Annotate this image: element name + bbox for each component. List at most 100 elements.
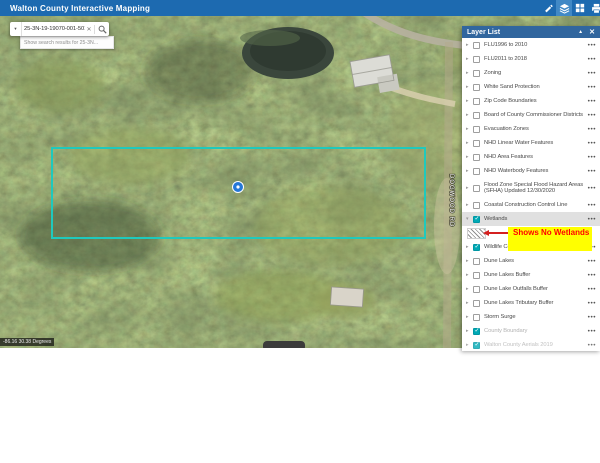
expand-arrow-icon[interactable]: ▸ [466, 85, 473, 90]
annotation-arrow [486, 232, 508, 234]
search-input[interactable]: 25-3N-19-19070-001-5010 [22, 26, 85, 32]
search-box[interactable]: ▼ 25-3N-19-19070-001-5010 ✕ [10, 22, 109, 36]
expand-arrow-icon[interactable]: ▸ [466, 43, 473, 48]
layer-row[interactable]: ▸ Evacuation Zones ••• [462, 122, 600, 136]
layer-row[interactable]: ▸ Board of County Commissioner Districts… [462, 108, 600, 122]
layer-menu-icon[interactable]: ••• [588, 98, 596, 105]
layer-row[interactable]: ▸ Flood Zone Special Flood Hazard Areas … [462, 178, 600, 198]
layer-menu-icon[interactable]: ••• [588, 202, 596, 209]
layer-row[interactable]: ▸ Zip Code Boundaries ••• [462, 94, 600, 108]
expand-arrow-icon[interactable]: ▸ [466, 273, 473, 278]
layer-menu-icon[interactable]: ••• [588, 154, 596, 161]
layer-menu-icon[interactable]: ••• [588, 300, 596, 307]
layer-menu-icon[interactable]: ••• [588, 84, 596, 91]
layer-checkbox[interactable] [473, 272, 480, 279]
layer-row[interactable]: ▸ Dune Lakes ••• [462, 254, 600, 268]
layer-row[interactable]: ▸ Walton County Aerials 2019 ••• [462, 338, 600, 351]
search-suggestion-item[interactable]: Show search results for 25-3N... [20, 36, 114, 49]
layer-checkbox[interactable] [473, 168, 480, 175]
layer-row[interactable]: ▸ Dune Lakes Tributary Buffer ••• [462, 296, 600, 310]
expand-arrow-icon[interactable]: ▸ [466, 301, 473, 306]
expand-arrow-icon[interactable]: ▸ [466, 203, 473, 208]
collapse-all-icon[interactable]: ▲ [578, 30, 583, 35]
expand-arrow-icon[interactable]: ▸ [466, 99, 473, 104]
layer-menu-icon[interactable]: ••• [588, 168, 596, 175]
layer-list-button[interactable] [556, 0, 572, 16]
layer-checkbox[interactable] [473, 154, 480, 161]
layer-checkbox[interactable] [473, 98, 480, 105]
layer-checkbox[interactable] [473, 56, 480, 63]
layer-row[interactable]: ▸ Zoning ••• [462, 66, 600, 80]
layer-checkbox[interactable] [473, 112, 480, 119]
search-clear-icon[interactable]: ✕ [85, 26, 93, 33]
layer-row[interactable]: ▸ Dune Lakes Buffer ••• [462, 268, 600, 282]
layer-menu-icon[interactable]: ••• [588, 258, 596, 265]
annotation-callout: Shows No Wetlands [508, 227, 592, 251]
layer-menu-icon[interactable]: ••• [588, 42, 596, 49]
layer-checkbox[interactable] [473, 42, 480, 49]
expand-arrow-icon[interactable]: ▸ [466, 57, 473, 62]
layer-row[interactable]: ▸ FLU2011 to 2018 ••• [462, 52, 600, 66]
search-source-caret-icon[interactable]: ▼ [10, 22, 22, 36]
expand-arrow-icon[interactable]: ▸ [466, 287, 473, 292]
expand-arrow-icon[interactable]: ▸ [466, 315, 473, 320]
layer-row[interactable]: ▸ NHD Linear Water Features ••• [462, 136, 600, 150]
layer-checkbox[interactable] [473, 300, 480, 307]
layer-checkbox[interactable] [473, 140, 480, 147]
header-toolbar [540, 0, 600, 16]
layer-menu-icon[interactable]: ••• [588, 70, 596, 77]
layer-checkbox[interactable] [473, 202, 480, 209]
layer-label: Board of County Commissioner Districts [484, 112, 585, 118]
expand-arrow-icon[interactable]: ▸ [466, 155, 473, 160]
layer-checkbox[interactable] [473, 84, 480, 91]
layer-checkbox[interactable] [473, 258, 480, 265]
search-icon[interactable] [96, 25, 109, 34]
layer-row[interactable]: ▸ White Sand Protection ••• [462, 80, 600, 94]
expand-arrow-icon[interactable]: ▸ [466, 169, 473, 174]
expand-arrow-icon[interactable]: ▸ [466, 113, 473, 118]
layer-label: Flood Zone Special Flood Hazard Areas (S… [484, 182, 585, 194]
layer-menu-icon[interactable]: ••• [588, 286, 596, 293]
expand-arrow-icon[interactable]: ▸ [466, 186, 473, 191]
layer-menu-icon[interactable]: ••• [588, 272, 596, 279]
layer-checkbox[interactable] [473, 342, 480, 349]
layer-checkbox[interactable] [473, 314, 480, 321]
expand-arrow-icon[interactable]: ▾ [466, 217, 473, 222]
layer-row[interactable]: ▸ County Boundary ••• [462, 324, 600, 338]
layer-label: FLU2011 to 2018 [484, 56, 585, 62]
layer-menu-icon[interactable]: ••• [588, 112, 596, 119]
layer-checkbox[interactable] [473, 244, 480, 251]
close-panel-icon[interactable]: ✕ [589, 29, 595, 36]
basemap-gallery-button[interactable] [572, 0, 588, 16]
expand-arrow-icon[interactable]: ▸ [466, 245, 473, 250]
layer-menu-icon[interactable]: ••• [588, 126, 596, 133]
layer-checkbox[interactable] [473, 185, 480, 192]
layer-row[interactable]: ▸ NHD Waterbody Features ••• [462, 164, 600, 178]
layer-row[interactable]: ▸ Coastal Construction Control Line ••• [462, 198, 600, 212]
layer-menu-icon[interactable]: ••• [588, 140, 596, 147]
expand-arrow-icon[interactable]: ▸ [466, 127, 473, 132]
layer-row[interactable]: ▾ Wetlands ••• [462, 212, 600, 226]
expand-arrow-icon[interactable]: ▸ [466, 141, 473, 146]
layer-menu-icon[interactable]: ••• [588, 56, 596, 63]
expand-arrow-icon[interactable]: ▸ [466, 329, 473, 334]
layer-row[interactable]: ▸ NHD Area Features ••• [462, 150, 600, 164]
layer-menu-icon[interactable]: ••• [588, 314, 596, 321]
layer-checkbox[interactable] [473, 328, 480, 335]
expand-arrow-icon[interactable]: ▸ [466, 71, 473, 76]
layer-menu-icon[interactable]: ••• [588, 328, 596, 335]
layer-checkbox[interactable] [473, 216, 480, 223]
layer-menu-icon[interactable]: ••• [588, 185, 596, 192]
layer-checkbox[interactable] [473, 126, 480, 133]
layer-row[interactable]: ▸ FLU1996 to 2010 ••• [462, 38, 600, 52]
layer-checkbox[interactable] [473, 70, 480, 77]
layer-checkbox[interactable] [473, 286, 480, 293]
print-button[interactable] [588, 0, 600, 16]
measurement-button[interactable] [540, 0, 556, 16]
expand-arrow-icon[interactable]: ▸ [466, 259, 473, 264]
expand-arrow-icon[interactable]: ▸ [466, 343, 473, 348]
layer-row[interactable]: ▸ Storm Surge ••• [462, 310, 600, 324]
layer-row[interactable]: ▸ Dune Lake Outfalls Buffer ••• [462, 282, 600, 296]
layer-menu-icon[interactable]: ••• [588, 342, 596, 349]
layer-menu-icon[interactable]: ••• [588, 216, 596, 223]
